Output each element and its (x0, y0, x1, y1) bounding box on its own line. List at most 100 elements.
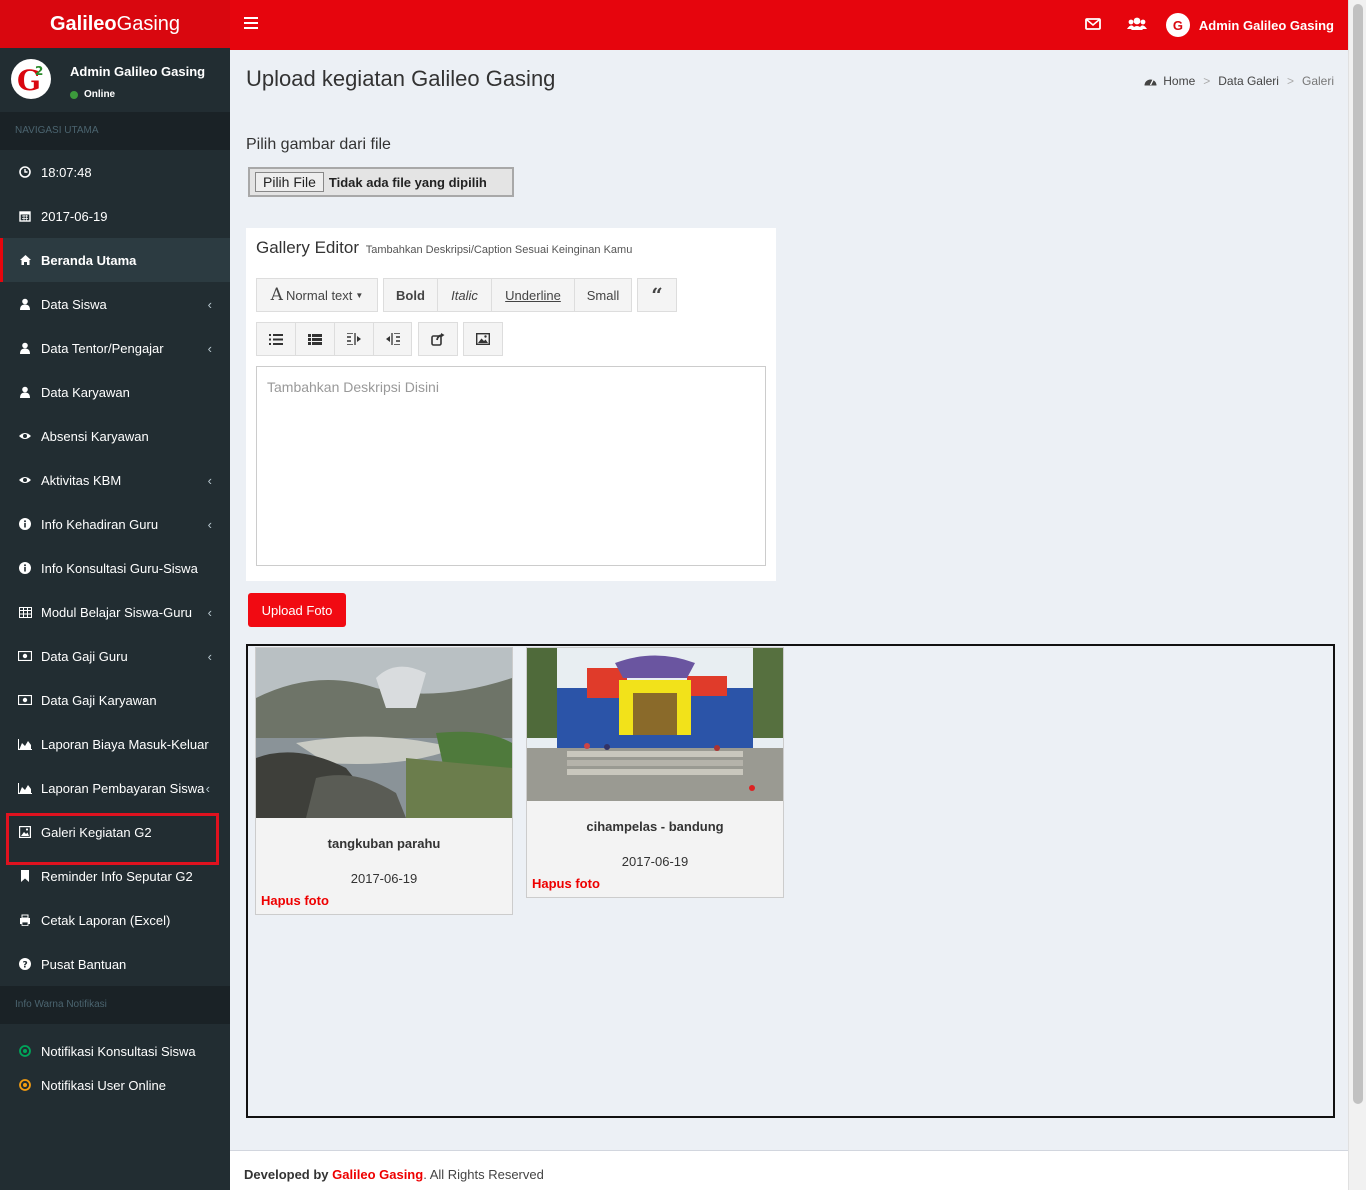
ordered-list-icon[interactable] (295, 322, 334, 356)
breadcrumb-data-galeri[interactable]: Data Galeri (1218, 74, 1279, 88)
user-menu[interactable]: G Admin Galileo Gasing (1165, 12, 1334, 38)
sidebar-item-cetak-laporan[interactable]: Cetak Laporan (Excel) (0, 898, 230, 942)
share-icon[interactable] (418, 322, 458, 356)
sidebar-item-info-kehadiran[interactable]: Info Kehadiran Guru ‹ (0, 502, 230, 546)
picture-icon[interactable] (463, 322, 503, 356)
sidebar-item-beranda[interactable]: Beranda Utama (0, 238, 230, 282)
sidebar-item-absensi[interactable]: Absensi Karyawan (0, 414, 230, 458)
photo-date: 2017-06-19 (350, 871, 418, 886)
photo-caption: tangkuban parahu (327, 836, 441, 851)
sidebar-item-notif-konsultasi[interactable]: Notifikasi Konsultasi Siswa (0, 1034, 230, 1068)
sidebar-item-data-tentor[interactable]: Data Tentor/Pengajar ‹ (0, 326, 230, 370)
sidebar-item-data-karyawan[interactable]: Data Karyawan (0, 370, 230, 414)
eye-icon (18, 429, 32, 443)
brand-light: Gasing (116, 13, 181, 35)
sidebar-item-aktivitas-kbm[interactable]: Aktivitas KBM ‹ (0, 458, 230, 502)
info-circle-icon (18, 561, 32, 575)
breadcrumb-home[interactable]: Home (1163, 74, 1195, 88)
file-label: Pilih gambar dari file (246, 136, 391, 153)
indent-icon[interactable] (373, 322, 412, 356)
sidebar-item-reminder[interactable]: Reminder Info Seputar G2 (0, 854, 230, 898)
chevron-left-icon: ‹ (207, 517, 212, 532)
italic-button[interactable]: Italic (437, 278, 491, 312)
sidebar-item-gaji-karyawan[interactable]: Data Gaji Karyawan (0, 678, 230, 722)
brand-logo[interactable]: GalileoGasing (0, 0, 230, 48)
money-icon (18, 649, 32, 663)
sidebar-item-info-konsultasi[interactable]: Info Konsultasi Guru-Siswa (0, 546, 230, 590)
user-icon (18, 297, 32, 311)
sidebar: G2 Admin Galileo Gasing Online NAVIGASI … (0, 48, 230, 1190)
sidebar-item-modul-belajar[interactable]: Modul Belajar Siswa-Guru ‹ (0, 590, 230, 634)
area-chart-icon (18, 737, 32, 751)
scrollbar-thumb[interactable] (1353, 4, 1363, 1104)
main-content: Upload kegiatan Galileo Gasing Home > Da… (230, 50, 1348, 1150)
outdent-icon[interactable] (334, 322, 373, 356)
sidebar-clock: 18:07:48 (0, 150, 230, 194)
photo-card: tangkuban parahu 2017-06-19 Hapus foto (255, 647, 513, 915)
bold-button[interactable]: Bold (383, 278, 437, 312)
sidebar-item-pusat-bantuan[interactable]: ? Pusat Bantuan (0, 942, 230, 986)
sidebar-item-laporan-pembayaran[interactable]: Laporan Pembayaran Siswa ‹ (0, 766, 230, 810)
quote-group: “ (637, 278, 677, 312)
file-status: Tidak ada file yang dipilih (328, 174, 487, 190)
upload-photo-button[interactable]: Upload Foto (248, 593, 346, 627)
editor-subtitle: Tambahkan Deskripsi/Caption Sesuai Keing… (365, 244, 633, 256)
unordered-list-icon[interactable] (256, 322, 295, 356)
sidebar-item-laporan-biaya[interactable]: Laporan Biaya Masuk-Keluar (0, 722, 230, 766)
photo-gallery: tangkuban parahu 2017-06-19 Hapus foto c… (246, 644, 1335, 1118)
svg-text:2: 2 (35, 64, 43, 78)
sidebar-item-notif-online[interactable]: Notifikasi User Online (0, 1068, 230, 1102)
chevron-left-icon: ‹ (207, 341, 212, 356)
photo-caption: cihampelas - bandung (586, 819, 724, 834)
gallery-editor: Gallery Editor Tambahkan Deskripsi/Capti… (246, 228, 776, 581)
format-group: Bold Italic Underline Small (383, 278, 632, 312)
user-logo: G2 (10, 58, 52, 100)
list-group (256, 322, 412, 356)
photo-card: cihampelas - bandung 2017-06-19 Hapus fo… (526, 647, 784, 898)
chevron-left-icon: ‹ (207, 473, 212, 488)
image-group (463, 322, 503, 356)
top-user-name: Admin Galileo Gasing (1198, 17, 1334, 33)
users-icon[interactable] (1127, 15, 1147, 35)
font-icon: A (270, 285, 283, 305)
underline-button[interactable]: Underline (491, 278, 574, 312)
text-style-group: A Normal text ▼ (256, 278, 378, 312)
eye-icon (18, 473, 32, 487)
delete-photo-link[interactable]: Hapus foto (261, 893, 512, 908)
question-circle-icon: ? (18, 957, 32, 971)
breadcrumb: Home > Data Galeri > Galeri (1144, 74, 1334, 88)
vertical-scrollbar[interactable] (1348, 0, 1366, 1190)
notif-section-header: Info Warna Notifikasi (0, 986, 230, 1024)
svg-text:?: ? (23, 961, 28, 971)
photo-date: 2017-06-19 (621, 854, 689, 869)
footer-prefix: Developed by (244, 1167, 329, 1182)
small-button[interactable]: Small (574, 278, 632, 312)
brand-bold: Galileo (49, 13, 117, 35)
info-circle-icon (18, 517, 32, 531)
sidebar-item-galeri-kegiatan[interactable]: Galeri Kegiatan G2 (0, 810, 230, 865)
link-group (418, 322, 458, 356)
caret-down-icon: ▼ (355, 290, 364, 300)
footer-brand-link[interactable]: Galileo Gasing (332, 1167, 423, 1182)
description-editor[interactable]: Tambahkan Deskripsi Disini (256, 366, 766, 566)
circle-dot-icon (18, 1044, 32, 1058)
user-icon (18, 385, 32, 399)
normal-text-dropdown[interactable]: A Normal text ▼ (256, 278, 378, 312)
photo-cihampelas-bandung (527, 648, 783, 801)
quote-icon[interactable]: “ (637, 278, 677, 312)
sidebar-item-gaji-guru[interactable]: Data Gaji Guru ‹ (0, 634, 230, 678)
file-input[interactable]: Pilih File Tidak ada file yang dipilih (248, 167, 514, 197)
user-avatar: G (1165, 13, 1190, 37)
choose-file-button[interactable]: Pilih File (255, 172, 324, 192)
user-panel: G2 Admin Galileo Gasing Online (0, 48, 230, 112)
chevron-left-icon: ‹ (207, 649, 212, 664)
print-icon (18, 913, 32, 927)
delete-photo-link[interactable]: Hapus foto (532, 876, 783, 891)
status-indicator: Online (70, 89, 115, 100)
footer: Developed by Galileo Gasing. All Rights … (230, 1150, 1348, 1190)
photo-tangkuban-parahu (256, 648, 512, 818)
menu-toggle-icon[interactable] (244, 17, 258, 31)
sidebar-item-data-siswa[interactable]: Data Siswa ‹ (0, 282, 230, 326)
area-chart-icon (18, 781, 32, 795)
envelope-icon[interactable] (1084, 15, 1104, 35)
